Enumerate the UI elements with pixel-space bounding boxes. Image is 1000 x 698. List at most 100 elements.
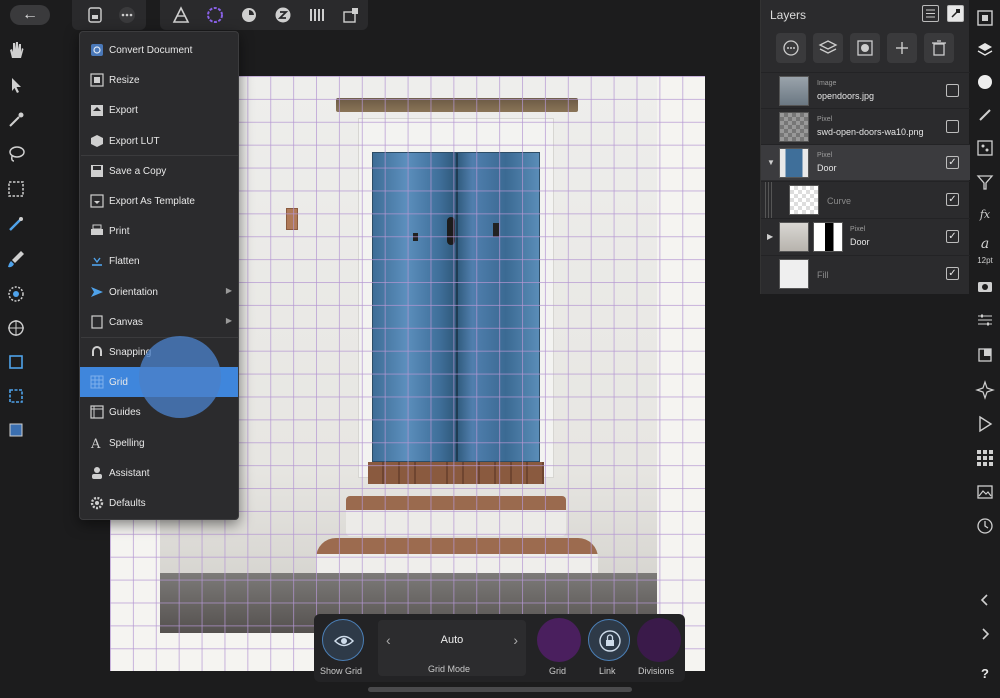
brushes-studio-icon[interactable] (975, 105, 995, 125)
pin-panel-button[interactable] (947, 5, 964, 22)
hand-tool-icon[interactable] (6, 40, 26, 60)
delete-layer-button[interactable] (924, 33, 954, 63)
menu-item-save-a-copy[interactable]: Save a Copy (80, 156, 238, 186)
chevron-right-icon[interactable]: › (513, 632, 518, 648)
menu-item-label: Grid (109, 377, 128, 389)
mask-layer-button[interactable] (850, 33, 880, 63)
fx-icon[interactable]: fx (970, 208, 1000, 221)
menu-item-export-lut[interactable]: Export LUT (80, 126, 238, 156)
layers-studio-icon[interactable] (975, 40, 995, 60)
channels-grid-icon[interactable] (975, 448, 995, 468)
more-circle-icon (783, 40, 799, 56)
chevron-left-icon[interactable] (975, 590, 995, 610)
paint-brush-icon[interactable] (6, 249, 26, 269)
layer-options-button[interactable] (776, 33, 806, 63)
layer-thumbnail (779, 148, 809, 178)
menu-item-print[interactable]: Print (80, 216, 238, 246)
history-icon[interactable] (975, 516, 995, 536)
expanded-arrow-icon[interactable]: ▼ (767, 158, 775, 167)
divisions-color-control[interactable]: Divisions (634, 614, 684, 682)
color-studio-icon[interactable] (975, 72, 995, 92)
layer-type: Pixel (817, 116, 833, 123)
marquee-selection-icon[interactable] (6, 179, 26, 199)
submenu-arrow-icon: ▶ (225, 315, 232, 325)
layer-row[interactable]: ▶ Pixel Door ✓ (761, 218, 970, 254)
help-button[interactable]: ? (970, 666, 1000, 681)
freehand-selection-icon[interactable] (6, 144, 26, 164)
move-tool-icon[interactable] (6, 75, 26, 95)
liquify-persona-icon[interactable] (206, 6, 224, 24)
layer-stack-button[interactable] (813, 33, 843, 63)
grid-icon (90, 375, 104, 389)
document-icon[interactable] (86, 6, 104, 24)
menu-item-defaults[interactable]: Defaults (80, 488, 238, 518)
layer-visibility-checkbox[interactable] (946, 120, 959, 133)
camera-icon[interactable] (975, 276, 995, 296)
menu-item-flatten[interactable]: Flatten (80, 246, 238, 276)
export-icon (91, 105, 103, 117)
collapsed-arrow-icon[interactable]: ▶ (767, 232, 773, 241)
layers-header: Layers (761, 0, 970, 28)
layer-row[interactable]: ▼ Pixel Door ✓ (761, 144, 970, 180)
play-icon[interactable] (975, 414, 995, 434)
persona-group (160, 0, 368, 30)
share-icon[interactable] (342, 6, 360, 24)
gradient-tool-icon[interactable] (6, 420, 26, 440)
develop-persona-icon[interactable] (240, 6, 258, 24)
menu-item-label: Spelling (109, 437, 145, 449)
more-icon[interactable] (118, 6, 136, 24)
grid-mode-selector[interactable]: ‹ Auto › Grid Mode (378, 620, 526, 676)
menu-item-export-as-template[interactable]: Export As Template (80, 186, 238, 216)
menu-item-convert-document[interactable]: Convert Document (80, 35, 238, 65)
link-control[interactable]: Link (586, 614, 632, 682)
layer-visibility-checkbox[interactable]: ✓ (946, 193, 959, 206)
snapping-studio-icon[interactable] (975, 380, 995, 400)
menu-item-label: Convert Document (109, 45, 193, 56)
defaults-icon (90, 496, 104, 510)
navigator-icon[interactable] (975, 8, 995, 28)
menu-item-assistant[interactable]: Assistant (80, 458, 238, 488)
layer-row[interactable]: Curve ✓ (761, 181, 970, 218)
stock-image-icon[interactable] (975, 482, 995, 502)
clone-tool-icon[interactable] (6, 318, 26, 338)
layer-row[interactable]: Fill ✓ (761, 255, 970, 291)
menu-item-canvas[interactable]: Canvas ▶ (80, 307, 238, 337)
menu-item-orientation[interactable]: Orientation ▶ (80, 277, 238, 307)
layers-menu-button[interactable] (922, 5, 939, 22)
filter-studio-icon[interactable] (975, 172, 995, 192)
grid-color-control[interactable]: Grid (534, 614, 584, 682)
export-persona-icon[interactable] (308, 6, 326, 24)
pin-icon (951, 9, 960, 18)
healing-brush-icon[interactable] (6, 284, 26, 304)
transform-icon[interactable] (975, 345, 995, 365)
color-picker-icon[interactable] (6, 110, 26, 130)
text-style-icon[interactable]: a (970, 236, 1000, 252)
layer-visibility-checkbox[interactable]: ✓ (946, 156, 959, 169)
add-layer-button[interactable] (887, 33, 917, 63)
adjustments-studio-icon[interactable] (975, 138, 995, 158)
layer-visibility-checkbox[interactable]: ✓ (946, 267, 959, 280)
selection-brush-icon[interactable] (6, 214, 26, 234)
layer-visibility-checkbox[interactable]: ✓ (946, 230, 959, 243)
layer-row[interactable]: Pixel swd-open-doors-wa10.png (761, 108, 970, 144)
menu-item-spelling[interactable]: A Spelling (80, 428, 238, 458)
divisions-color-swatch[interactable] (637, 618, 681, 662)
layer-row[interactable]: Image opendoors.jpg (761, 72, 970, 108)
link-toggle[interactable] (588, 619, 630, 661)
show-grid-control[interactable]: Show Grid (314, 614, 370, 682)
show-grid-toggle[interactable] (322, 619, 364, 661)
menu-item-label: Print (109, 226, 130, 238)
sliders-icon[interactable] (975, 310, 995, 330)
rectangle-tool-icon[interactable] (6, 386, 26, 406)
photo-persona-icon[interactable] (172, 6, 190, 24)
touch-indicator (139, 336, 221, 418)
back-button[interactable]: ← (10, 5, 50, 25)
menu-item-export[interactable]: Export (80, 95, 238, 125)
chevron-right-icon[interactable] (975, 624, 995, 644)
tone-mapping-persona-icon[interactable] (274, 6, 292, 24)
grid-color-swatch[interactable] (537, 618, 581, 662)
menu-item-resize[interactable]: Resize (80, 65, 238, 95)
crop-tool-icon[interactable] (6, 352, 26, 372)
layer-name: swd-open-doors-wa10.png (817, 127, 924, 137)
layer-visibility-checkbox[interactable] (946, 84, 959, 97)
